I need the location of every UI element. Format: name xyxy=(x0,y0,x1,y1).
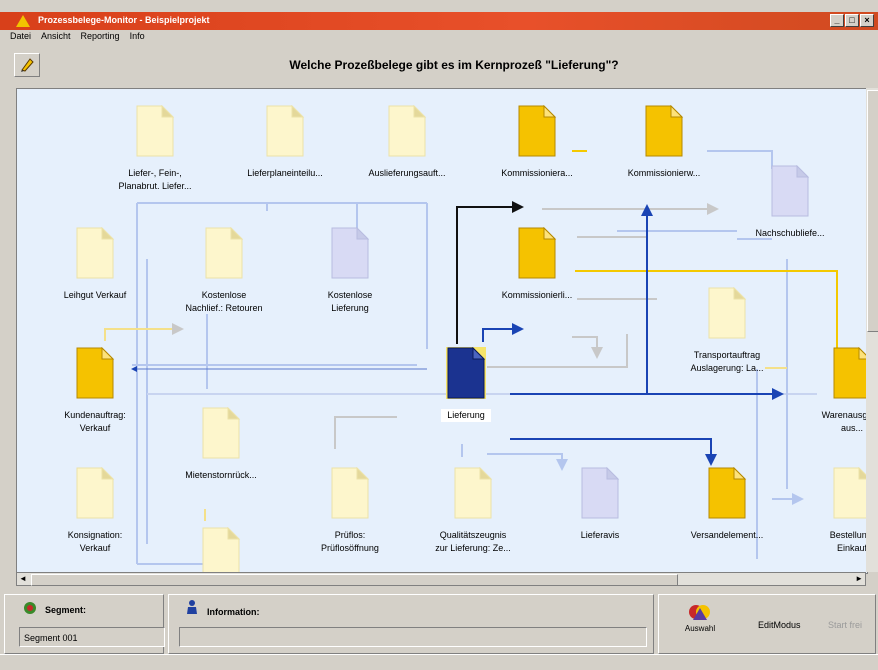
document-label: Kommissionierli... xyxy=(501,290,573,300)
information-panel: Information: xyxy=(168,594,654,654)
document-label: Nachschubliefe... xyxy=(755,228,825,238)
app-icon xyxy=(16,15,30,27)
start-button[interactable]: Start frei xyxy=(828,620,862,630)
menu-datei[interactable]: Datei xyxy=(10,31,31,45)
menu-bar: Datei Ansicht Reporting Info xyxy=(0,31,878,45)
document-label: Leihgut Verkauf xyxy=(63,290,127,300)
document-lav-icon[interactable] xyxy=(330,226,370,279)
document-label: Bestellung: Einkauf xyxy=(829,530,868,553)
document-label: Qualitätszeugnis zur Lieferung: Ze... xyxy=(435,530,511,553)
vertical-scrollbar[interactable] xyxy=(866,88,878,572)
information-person-icon xyxy=(187,600,197,614)
document-label: Liefer-, Fein-, Planabrut. Liefer... xyxy=(118,168,192,191)
document-label: Versandelement... xyxy=(690,530,764,540)
menu-reporting[interactable]: Reporting xyxy=(81,31,120,45)
document-label: Transportauftrag Auslagerung: La... xyxy=(690,350,764,373)
scroll-left-arrow-icon[interactable]: ◄ xyxy=(19,574,27,583)
document-label: Kommissioniera... xyxy=(501,168,573,178)
menu-ansicht[interactable]: Ansicht xyxy=(41,31,71,45)
window-title: Prozessbelege-Monitor - Beispielprojekt xyxy=(38,15,210,25)
bottom-status-strip xyxy=(0,654,878,670)
document-label: Kundenauftrag: Verkauf xyxy=(64,410,126,433)
segment-field[interactable]: Segment 001 xyxy=(19,627,165,647)
document-label: Lieferung xyxy=(441,409,491,422)
information-field xyxy=(179,627,647,647)
window-controls: _ □ × xyxy=(830,14,874,27)
document-lav-icon[interactable] xyxy=(770,164,810,217)
document-gold-icon[interactable] xyxy=(75,346,115,399)
horizontal-scrollbar[interactable]: ◄ ► xyxy=(16,572,866,586)
document-pale-icon[interactable] xyxy=(201,526,241,573)
document-gold-icon[interactable] xyxy=(517,226,557,279)
close-button[interactable]: × xyxy=(860,14,874,27)
editmode-label[interactable]: EditModus xyxy=(758,620,801,630)
process-diagram: Liefer-, Fein-, Planabrut. Liefer... Lief… xyxy=(16,88,868,574)
document-lav-icon[interactable] xyxy=(580,466,620,519)
document-gold-icon[interactable] xyxy=(644,104,684,157)
document-pale-icon[interactable] xyxy=(330,466,370,519)
document-label: Lieferplaneinteilu... xyxy=(247,168,323,178)
document-pale-icon[interactable] xyxy=(135,104,175,157)
document-pale-icon[interactable] xyxy=(75,466,115,519)
document-gold-icon[interactable] xyxy=(707,466,747,519)
document-pale-icon[interactable] xyxy=(201,406,241,459)
page-question: Welche Prozeßbelege gibt es im Kernproze… xyxy=(289,58,619,72)
scroll-right-arrow-icon[interactable]: ► xyxy=(855,574,863,583)
document-label: Prüflos: Prüflosöffnung xyxy=(321,530,379,553)
document-pale-icon[interactable] xyxy=(265,104,305,157)
document-label: Kostenlose Nachlief.: Retouren xyxy=(185,290,263,313)
document-gold-icon[interactable] xyxy=(832,346,867,399)
document-label: Mietenstornrück... xyxy=(185,470,257,480)
auswahl-button[interactable]: Auswahl xyxy=(670,602,730,648)
document-pale-icon[interactable] xyxy=(75,226,115,279)
title-bar: Prozessbelege-Monitor - Beispielprojekt … xyxy=(0,12,878,30)
menu-info[interactable]: Info xyxy=(130,31,145,45)
status-bar: Segment: Segment 001 Information: Auswah… xyxy=(0,594,878,654)
information-caption: Information: xyxy=(207,607,260,617)
segment-panel: Segment: Segment 001 xyxy=(4,594,165,654)
document-label: Lieferavis xyxy=(580,530,620,540)
auswahl-label: Auswahl xyxy=(684,624,716,633)
vertical-scroll-thumb[interactable] xyxy=(867,90,878,332)
document-pale-icon[interactable] xyxy=(707,286,747,339)
document-label: Kostenlose Lieferung xyxy=(327,290,373,313)
document-pale-icon[interactable] xyxy=(832,466,867,519)
segment-caption: Segment: xyxy=(45,605,87,615)
document-label: Warenausgang aus... xyxy=(821,410,868,433)
header-bar: Welche Prozeßbelege gibt es im Kernproze… xyxy=(0,48,878,82)
maximize-button[interactable]: □ xyxy=(845,14,859,27)
auswahl-icon xyxy=(689,605,710,620)
document-pale-icon[interactable] xyxy=(387,104,427,157)
document-label: Auslieferungsauft... xyxy=(368,168,446,178)
document-pale-icon[interactable] xyxy=(204,226,244,279)
document-navy-icon[interactable] xyxy=(443,344,489,402)
document-pale-icon[interactable] xyxy=(453,466,493,519)
horizontal-scroll-thumb[interactable] xyxy=(31,574,678,586)
document-gold-icon[interactable] xyxy=(517,104,557,157)
document-label: Konsignation: Verkauf xyxy=(67,530,123,553)
minimize-button[interactable]: _ xyxy=(830,14,844,27)
document-label: Kommissionierw... xyxy=(627,168,701,178)
segment-icon xyxy=(24,602,36,614)
